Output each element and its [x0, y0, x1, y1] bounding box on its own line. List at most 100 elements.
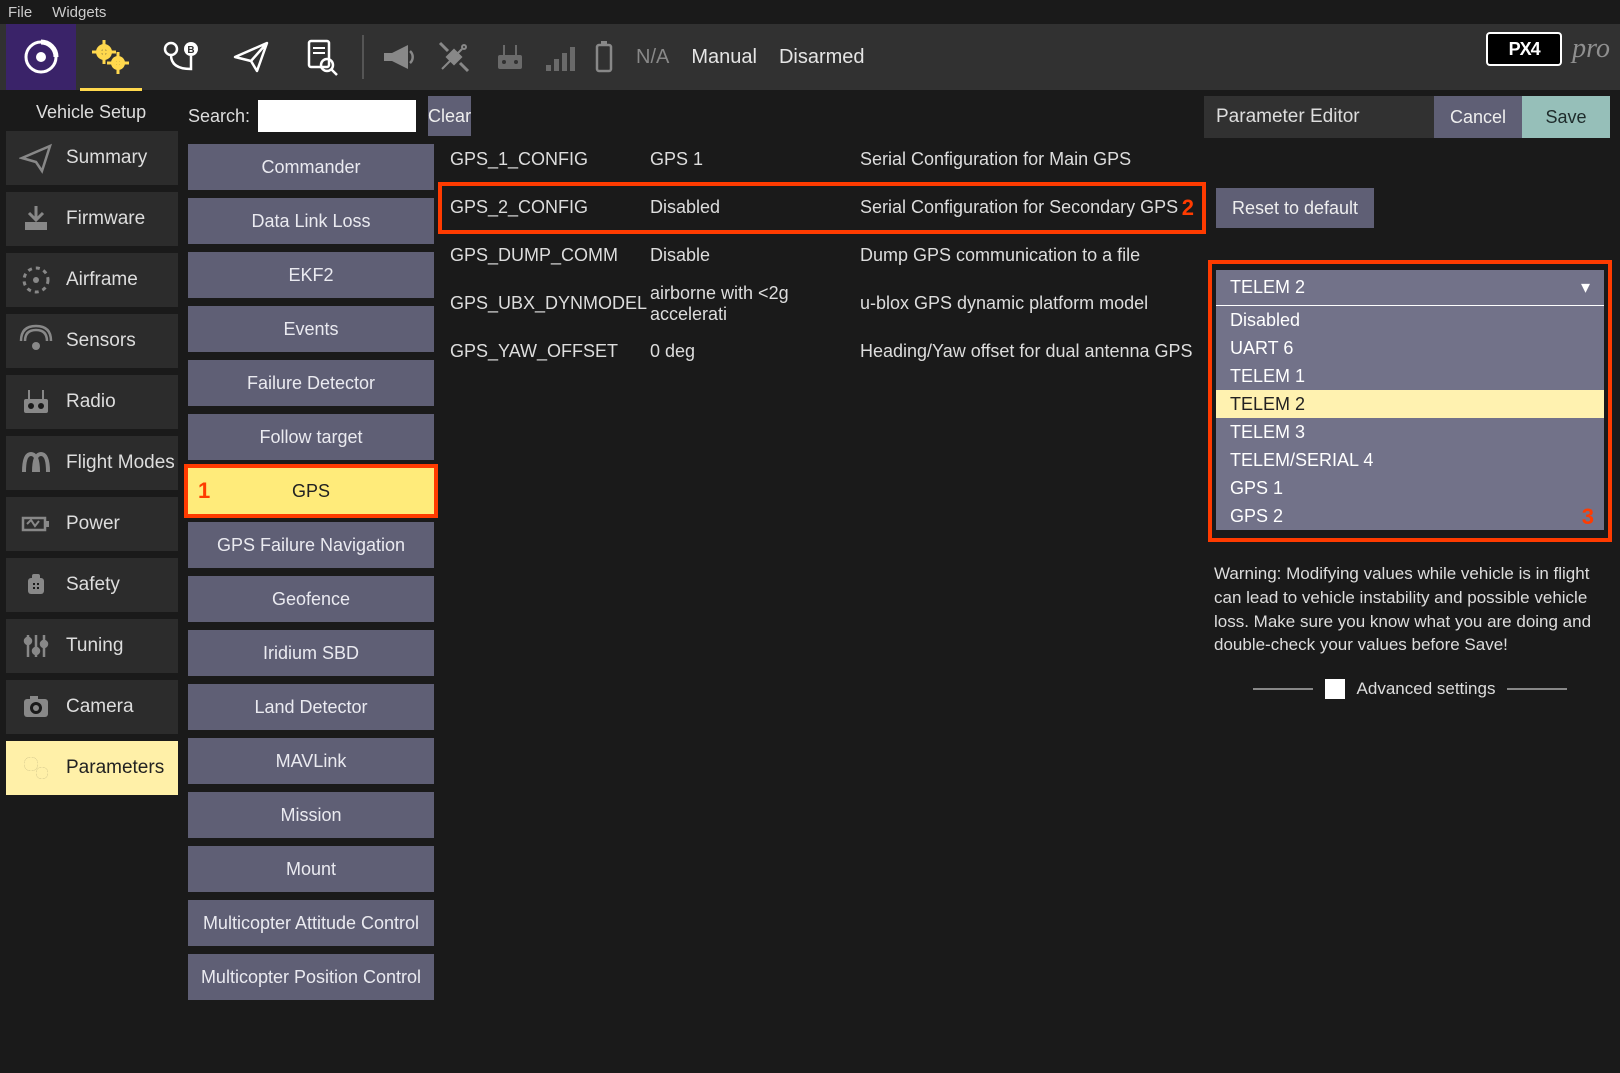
- param-group-multicopter-position-control[interactable]: Multicopter Position Control: [188, 954, 434, 1000]
- analyze-button[interactable]: [286, 24, 356, 90]
- param-row[interactable]: GPS_DUMP_COMMDisableDump GPS communicati…: [440, 232, 1204, 280]
- param-row[interactable]: GPS_YAW_OFFSET0 degHeading/Yaw offset fo…: [440, 328, 1204, 376]
- param-group-mavlink[interactable]: MAVLink: [188, 738, 434, 784]
- sidebar-item-tuning[interactable]: Tuning: [6, 619, 178, 673]
- toolbar: B N/A Manual Disarmed PX4 pro: [0, 24, 1620, 90]
- sidebar-icon: [16, 626, 56, 666]
- param-row[interactable]: GPS_1_CONFIGGPS 1Serial Configuration fo…: [440, 136, 1204, 184]
- combo-selected-text: TELEM 2: [1230, 277, 1305, 298]
- param-group-follow-target[interactable]: Follow target: [188, 414, 434, 460]
- param-group-mount[interactable]: Mount: [188, 846, 434, 892]
- sidebar-item-camera[interactable]: Camera: [6, 680, 178, 734]
- param-group-iridium-sbd[interactable]: Iridium SBD: [188, 630, 434, 676]
- param-name: GPS_2_CONFIG: [440, 197, 650, 218]
- flight-mode-text[interactable]: Manual: [691, 46, 757, 69]
- combo-option[interactable]: UART 6: [1216, 334, 1604, 362]
- param-group-failure-detector[interactable]: Failure Detector: [188, 360, 434, 406]
- combo-option[interactable]: TELEM/SERIAL 4: [1216, 446, 1604, 474]
- param-groups-column: Search: Clear CommanderData Link LossEKF…: [182, 90, 440, 1073]
- vehicle-setup-button[interactable]: [76, 24, 146, 90]
- advanced-settings-checkbox[interactable]: [1325, 679, 1345, 699]
- param-group-gps[interactable]: 1GPS: [188, 468, 434, 514]
- param-group-label: MAVLink: [276, 751, 347, 772]
- param-group-geofence[interactable]: Geofence: [188, 576, 434, 622]
- plan-button[interactable]: B: [146, 24, 216, 90]
- param-group-label: EKF2: [288, 265, 333, 286]
- param-group-ekf2[interactable]: EKF2: [188, 252, 434, 298]
- messages-button[interactable]: [370, 24, 426, 90]
- sidebar-item-firmware[interactable]: Firmware: [6, 192, 178, 246]
- editor-warning-text: Warning: Modifying values while vehicle …: [1214, 562, 1606, 657]
- sidebar-item-flight-modes[interactable]: Flight Modes: [6, 436, 178, 490]
- menu-widgets[interactable]: Widgets: [52, 4, 106, 21]
- param-group-mission[interactable]: Mission: [188, 792, 434, 838]
- param-group-label: Failure Detector: [247, 373, 375, 394]
- cancel-button[interactable]: Cancel: [1434, 96, 1522, 138]
- divider-line: [1253, 688, 1313, 690]
- param-row[interactable]: GPS_UBX_DYNMODELairborne with <2g accele…: [440, 280, 1204, 328]
- annotation-marker-3: 3: [1582, 504, 1594, 530]
- param-group-gps-failure-navigation[interactable]: GPS Failure Navigation: [188, 522, 434, 568]
- pro-text: pro: [1572, 33, 1610, 65]
- megaphone-icon: [378, 37, 418, 77]
- app-logo-button[interactable]: [6, 24, 76, 90]
- combo-option[interactable]: TELEM 3: [1216, 418, 1604, 446]
- satellite-icon: [434, 37, 474, 77]
- param-group-label: Follow target: [259, 427, 362, 448]
- combo-option[interactable]: TELEM 1: [1216, 362, 1604, 390]
- combo-option[interactable]: GPS 2: [1216, 502, 1604, 530]
- sidebar-item-airframe[interactable]: Airframe: [6, 253, 178, 307]
- waypoint-icon: B: [161, 37, 201, 77]
- combo-option[interactable]: GPS 1: [1216, 474, 1604, 502]
- editor-title: Parameter Editor: [1204, 106, 1434, 128]
- combo-option[interactable]: TELEM 2: [1216, 390, 1604, 418]
- save-button[interactable]: Save: [1522, 96, 1610, 138]
- gps-status-button[interactable]: [426, 24, 482, 90]
- sidebar-item-label: Firmware: [66, 208, 145, 230]
- battery-icon: [584, 37, 624, 77]
- svg-text:B: B: [187, 45, 194, 56]
- menu-file[interactable]: File: [8, 4, 32, 21]
- fly-button[interactable]: [216, 24, 286, 90]
- arm-status-text[interactable]: Disarmed: [779, 46, 865, 69]
- param-group-commander[interactable]: Commander: [188, 144, 434, 190]
- param-group-label: Multicopter Attitude Control: [203, 913, 419, 934]
- qgc-logo-icon: [21, 37, 61, 77]
- reset-to-default-button[interactable]: Reset to default: [1216, 188, 1374, 228]
- sidebar-item-sensors[interactable]: Sensors: [6, 314, 178, 368]
- combo-option[interactable]: Disabled: [1216, 306, 1604, 334]
- param-group-label: GPS: [292, 481, 330, 502]
- param-name: GPS_1_CONFIG: [440, 149, 650, 170]
- search-input[interactable]: [258, 100, 416, 132]
- param-group-events[interactable]: Events: [188, 306, 434, 352]
- param-group-label: Land Detector: [254, 697, 367, 718]
- search-label: Search:: [188, 106, 250, 127]
- param-name: GPS_YAW_OFFSET: [440, 341, 650, 362]
- value-combo-box[interactable]: TELEM 2 ▾ DisabledUART 6TELEM 1TELEM 2TE…: [1212, 264, 1608, 538]
- battery-status[interactable]: [582, 24, 626, 90]
- sidebar-item-power[interactable]: Power: [6, 497, 178, 551]
- sidebar-item-radio[interactable]: Radio: [6, 375, 178, 429]
- param-group-label: GPS Failure Navigation: [217, 535, 405, 556]
- sidebar-item-parameters[interactable]: Parameters: [6, 741, 178, 795]
- telemetry-rssi[interactable]: [538, 24, 582, 90]
- param-value: 0 deg: [650, 341, 860, 362]
- sidebar-icon: [16, 748, 56, 788]
- param-group-label: Events: [283, 319, 338, 340]
- param-group-data-link-loss[interactable]: Data Link Loss: [188, 198, 434, 244]
- sidebar-item-label: Safety: [66, 574, 120, 596]
- sidebar-item-summary[interactable]: Summary: [6, 131, 178, 185]
- advanced-settings-row[interactable]: Advanced settings: [1214, 679, 1606, 699]
- rc-status-button[interactable]: [482, 24, 538, 90]
- toolbar-status: N/A Manual Disarmed: [636, 46, 865, 69]
- param-value: GPS 1: [650, 149, 860, 170]
- param-group-land-detector[interactable]: Land Detector: [188, 684, 434, 730]
- combo-selected[interactable]: TELEM 2 ▾: [1216, 270, 1604, 306]
- signal-bars-icon: [540, 37, 580, 77]
- sidebar-item-safety[interactable]: Safety: [6, 558, 178, 612]
- divider-line: [1507, 688, 1567, 690]
- param-row[interactable]: GPS_2_CONFIGDisabledSerial Configuration…: [440, 184, 1204, 232]
- param-group-multicopter-attitude-control[interactable]: Multicopter Attitude Control: [188, 900, 434, 946]
- param-description: Heading/Yaw offset for dual antenna GPS: [860, 341, 1204, 362]
- param-group-label: Data Link Loss: [251, 211, 370, 232]
